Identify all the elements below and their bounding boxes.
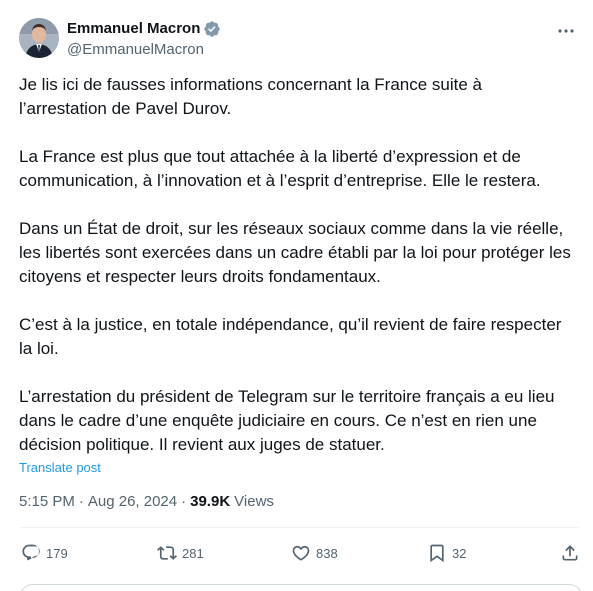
post-paragraph: Je lis ici de fausses informations conce… xyxy=(19,75,483,118)
verified-badge-icon xyxy=(203,20,221,38)
action-bar: 179 281 838 32 xyxy=(19,540,579,566)
reply-count: 179 xyxy=(46,545,68,561)
more-dots-icon xyxy=(558,21,574,39)
avatar[interactable] xyxy=(19,18,59,58)
post-date[interactable]: Aug 26, 2024 xyxy=(88,492,177,512)
author-display-name[interactable]: Emmanuel Macron xyxy=(67,19,200,39)
bookmark-button[interactable]: 32 xyxy=(427,540,466,566)
name-row: Emmanuel Macron xyxy=(67,19,221,39)
author-block: Emmanuel Macron @EmmanuelMacron xyxy=(67,19,221,60)
post-header: Emmanuel Macron @EmmanuelMacron xyxy=(19,18,581,62)
share-button[interactable] xyxy=(560,540,580,566)
repost-count: 281 xyxy=(182,545,204,561)
post-time[interactable]: 5:15 PM xyxy=(19,492,75,512)
bookmark-count: 32 xyxy=(452,545,467,561)
heart-icon xyxy=(291,543,311,563)
divider xyxy=(19,527,579,528)
post-paragraph: Dans un État de droit, sur les réseaux s… xyxy=(19,219,571,286)
reply-button[interactable]: 179 xyxy=(21,540,68,566)
more-options-button[interactable] xyxy=(555,20,577,40)
like-button[interactable]: 838 xyxy=(291,540,338,566)
views-label: Views xyxy=(234,493,274,510)
post-paragraph: La France est plus que tout attachée à l… xyxy=(19,147,541,190)
repost-icon xyxy=(157,543,177,563)
post-paragraph: C’est à la justice, en totale indépendan… xyxy=(19,315,562,358)
author-handle[interactable]: @EmmanuelMacron xyxy=(67,40,221,60)
reply-icon xyxy=(21,543,41,563)
post-metadata: 5:15 PM · Aug 26, 2024 · 39.9K Views xyxy=(19,492,274,512)
reply-composer[interactable] xyxy=(19,584,583,591)
repost-button[interactable]: 281 xyxy=(157,540,204,566)
share-icon xyxy=(560,543,580,563)
meta-separator: · xyxy=(78,493,84,510)
like-count: 838 xyxy=(316,545,338,561)
post-paragraph: L’arrestation du président de Telegram s… xyxy=(19,387,555,454)
post-card: Emmanuel Macron @EmmanuelMacron Je lis i… xyxy=(0,0,593,591)
views-count: 39.9K xyxy=(190,493,231,510)
translate-post-link[interactable]: Translate post xyxy=(19,460,101,476)
bookmark-icon xyxy=(427,543,447,563)
meta-separator: · xyxy=(181,493,187,510)
post-text: Je lis ici de fausses informations conce… xyxy=(19,73,584,457)
